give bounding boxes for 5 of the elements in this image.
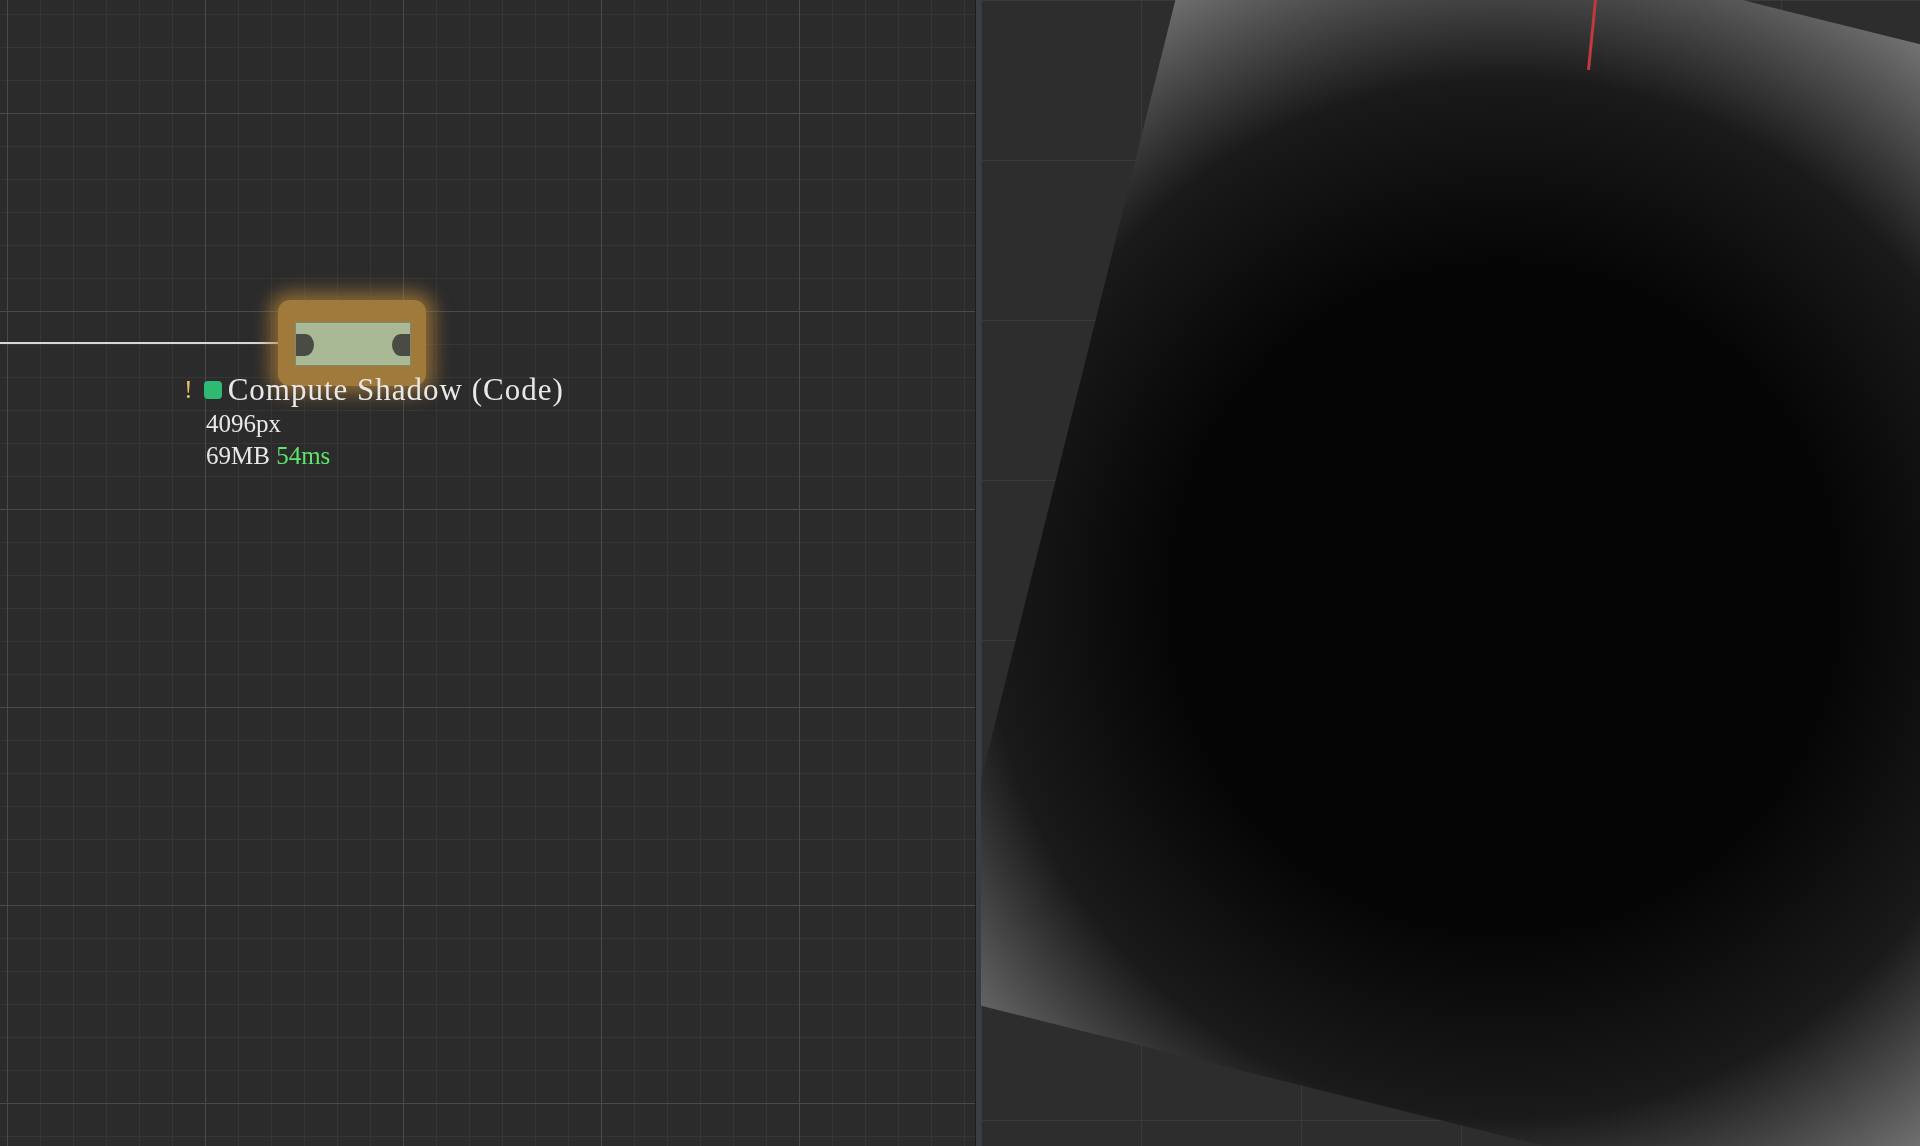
resolution-text: 4096px — [206, 409, 282, 439]
memory-text: 69MB — [206, 442, 270, 469]
time-text: 54ms — [276, 442, 331, 469]
warning-mark: ! — [184, 375, 194, 405]
node-title: Compute Shadow (Code) — [227, 372, 564, 408]
